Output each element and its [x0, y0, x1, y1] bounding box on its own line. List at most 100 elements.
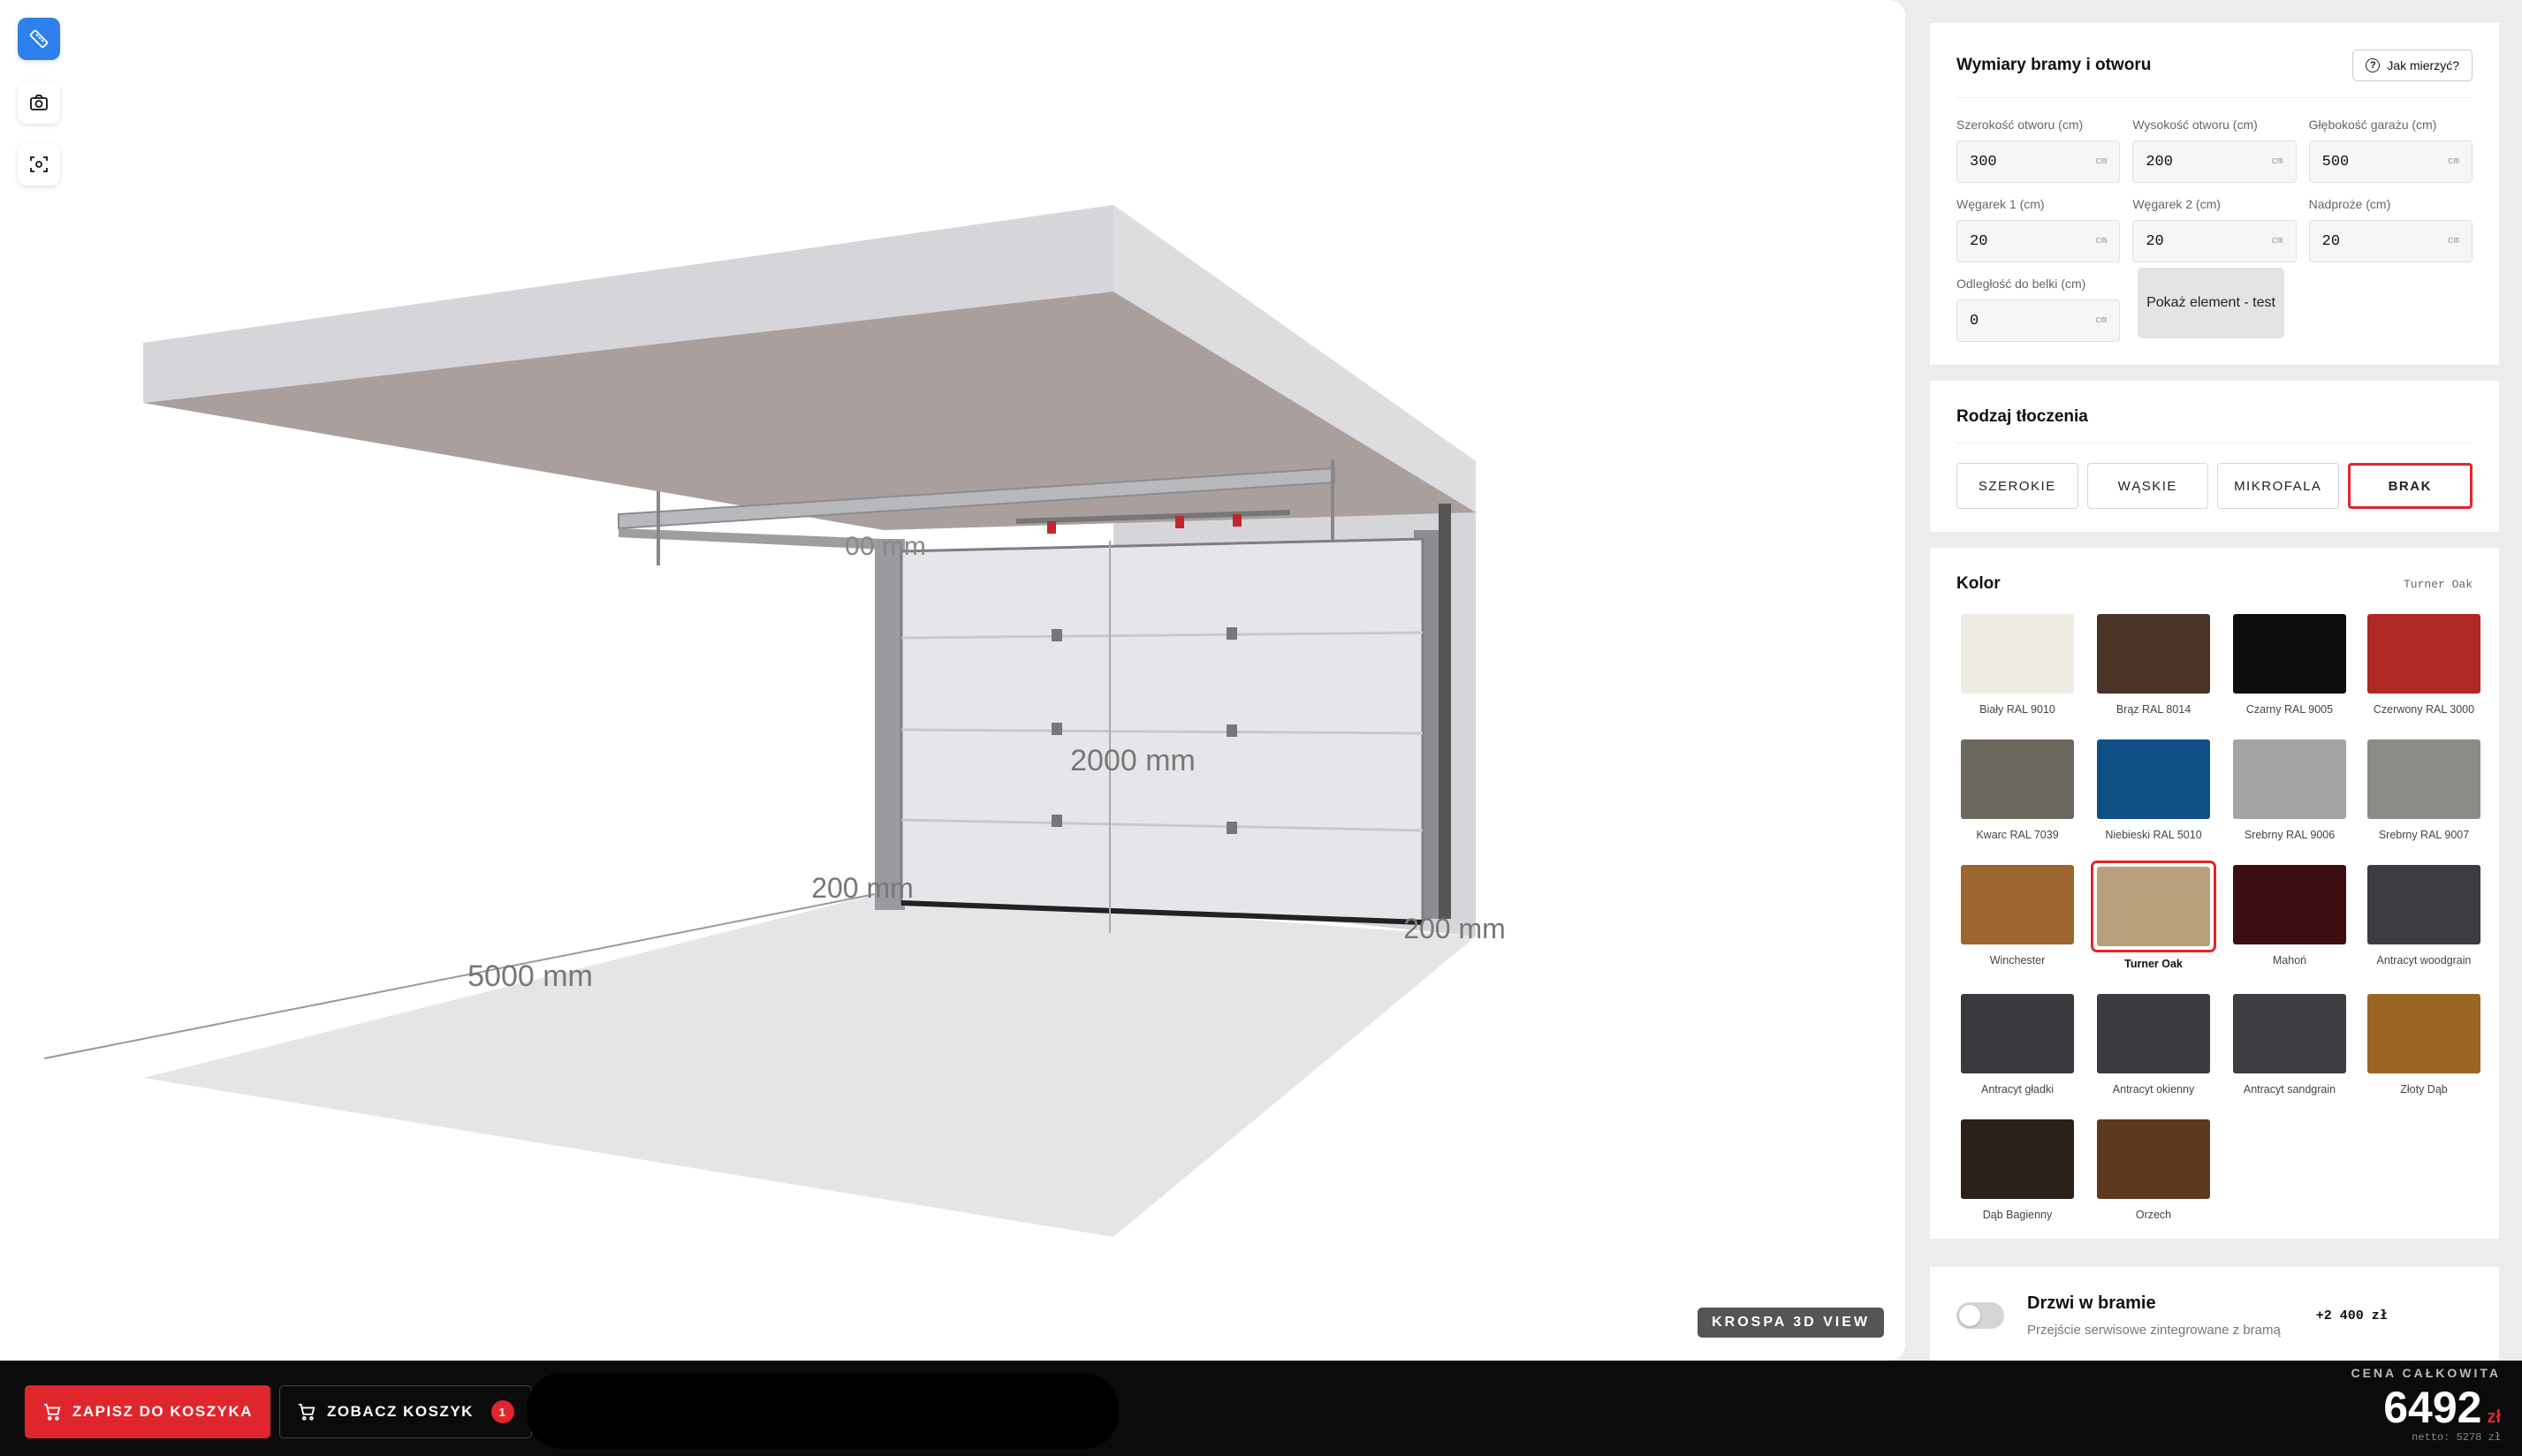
wicket-door-toggle[interactable] — [1956, 1302, 2004, 1329]
jamb-1-input[interactable]: 20 cm — [1956, 220, 2121, 262]
swatch-frame — [2093, 990, 2214, 1078]
color-swatch[interactable]: Winchester — [1956, 861, 2078, 970]
hinge — [1227, 822, 1237, 834]
field-label: Odległość do belki (cm) — [1956, 277, 2086, 291]
height-dimension-label: 2000 mm — [1070, 744, 1196, 777]
swatch-chip — [2097, 1119, 2210, 1199]
opening-width-field: Szerokość otworu (cm) 300 cm — [1956, 118, 2121, 183]
swatch-label: Kwarc RAL 7039 — [1976, 829, 2059, 841]
dimension-fields: Szerokość otworu (cm) 300 cm Wysokość otw… — [1956, 118, 2473, 342]
swatch-label: Czarny RAL 9005 — [2245, 703, 2334, 716]
color-swatch[interactable]: Złoty Dąb — [2363, 990, 2485, 1096]
swatch-chip — [2367, 614, 2480, 694]
color-header: Kolor Turner Oak — [1956, 574, 2473, 603]
field-unit: cm — [2271, 156, 2283, 167]
swatch-label: Srebrny RAL 9006 — [2244, 829, 2336, 841]
embossing-options: SZEROKIE WĄSKIE MIKROFALA BRAK — [1956, 463, 2473, 509]
color-swatch[interactable]: Mahoń — [2229, 861, 2351, 970]
view-cart-label: ZOBACZ KOSZYK — [327, 1403, 474, 1420]
swatch-chip — [2367, 739, 2480, 819]
hinge — [1227, 724, 1237, 737]
swatch-chip — [2097, 614, 2210, 694]
color-swatch[interactable]: Srebrny RAL 9007 — [2363, 735, 2485, 841]
color-swatch[interactable]: Czerwony RAL 3000 — [2363, 610, 2485, 716]
color-swatch[interactable]: Orzech — [2091, 1115, 2216, 1221]
spring — [1175, 516, 1184, 528]
color-swatch[interactable]: Biały RAL 9010 — [1956, 610, 2078, 716]
how-to-measure-label: Jak mierzyć? — [2387, 58, 2459, 72]
swatch-frame — [2093, 735, 2214, 823]
swatch-chip — [1961, 865, 2074, 944]
jamb-2-field: Węgarek 2 (cm) 20 cm — [2132, 197, 2297, 262]
color-swatch[interactable]: Antracyt woodgrain — [2363, 861, 2485, 970]
swatch-label: Orzech — [2135, 1209, 2172, 1221]
color-swatch[interactable]: Kwarc RAL 7039 — [1956, 735, 2078, 841]
3d-viewport[interactable]: 2000 mm 200 mm 200 mm 5000 mm 00 mm KROS… — [0, 0, 1905, 1361]
notification-pill — [527, 1373, 1119, 1449]
embossing-card: Rodzaj tłoczenia SZEROKIE WĄSKIE MIKROFA… — [1930, 381, 2499, 532]
right-side-dimension-label: 200 mm — [1403, 913, 1506, 944]
price-amount: 6492 — [2383, 1383, 2482, 1432]
garage-depth-input[interactable]: 500 cm — [2308, 140, 2473, 183]
field-unit: cm — [2447, 156, 2459, 167]
swatch-frame — [2093, 1115, 2214, 1203]
hinge — [1052, 815, 1062, 827]
swatch-chip — [2097, 867, 2210, 946]
cart-icon — [298, 1403, 315, 1421]
color-swatch[interactable]: Dąb Bagienny — [1956, 1115, 2078, 1221]
show-element-test-button[interactable]: Pokaż element - test — [2138, 268, 2284, 338]
swatch-frame — [1956, 735, 2078, 823]
swatch-frame — [1956, 1115, 2078, 1203]
swatch-label: Złoty Dąb — [2400, 1083, 2448, 1096]
garage-scene[interactable]: 2000 mm 200 mm 200 mm 5000 mm 00 mm — [0, 0, 1905, 1361]
color-swatch[interactable]: Czarny RAL 9005 — [2229, 610, 2351, 716]
field-value: 20 — [1970, 232, 1988, 250]
swatch-chip — [2233, 739, 2346, 819]
measure-tool-button[interactable] — [18, 18, 60, 60]
embossing-option-wide[interactable]: SZEROKIE — [1956, 463, 2078, 509]
color-swatch[interactable]: Antracyt sandgrain — [2229, 990, 2351, 1096]
opening-height-input[interactable]: 200 cm — [2132, 140, 2297, 183]
embossing-option-none[interactable]: BRAK — [2347, 463, 2473, 509]
screenshot-button[interactable] — [18, 81, 60, 124]
total-price: CENA CAŁKOWITA 6492 zł netto: 5278 zł — [2351, 1366, 2501, 1444]
beam-distance-input[interactable]: 0 cm — [1956, 300, 2121, 342]
how-to-measure-button[interactable]: ? Jak mierzyć? — [2352, 49, 2473, 81]
dimensions-header: Wymiary bramy i otworu ? Jak mierzyć? — [1956, 49, 2473, 98]
toggle-knob — [1959, 1305, 1980, 1326]
color-swatch[interactable]: Antracyt gładki — [1956, 990, 2078, 1096]
field-label: Węgarek 2 (cm) — [2132, 197, 2221, 211]
swatch-label: Turner Oak — [2124, 958, 2183, 970]
view-cart-button[interactable]: ZOBACZ KOSZYK 1 — [279, 1385, 532, 1438]
save-to-cart-label: ZAPISZ DO KOSZYKA — [72, 1403, 253, 1420]
color-swatch[interactable]: Srebrny RAL 9006 — [2229, 735, 2351, 841]
swatch-chip — [1961, 994, 2074, 1073]
field-unit: cm — [2095, 236, 2108, 246]
price-currency: zł — [2487, 1407, 2501, 1427]
color-swatch[interactable]: Turner Oak — [2091, 861, 2216, 970]
opening-width-input[interactable]: 300 cm — [1956, 140, 2121, 183]
swatch-frame — [2091, 861, 2216, 952]
embossing-option-microwave[interactable]: MIKROFALA — [2217, 463, 2339, 509]
color-swatch[interactable]: Niebieski RAL 5010 — [2091, 735, 2216, 841]
swatch-frame — [2363, 861, 2485, 949]
section-divider — [1930, 532, 2499, 548]
field-value: 200 — [2146, 153, 2173, 171]
lintel-input[interactable]: 20 cm — [2308, 220, 2473, 262]
color-swatch[interactable]: Brąz RAL 8014 — [2091, 610, 2216, 716]
swatch-frame — [2229, 990, 2351, 1078]
reset-view-button[interactable] — [18, 143, 60, 186]
embossing-option-narrow[interactable]: WĄSKIE — [2086, 463, 2208, 509]
depth-dimension-label: 5000 mm — [467, 959, 593, 993]
swatch-label: Mahoń — [2272, 954, 2307, 967]
jamb-2-input[interactable]: 20 cm — [2132, 220, 2297, 262]
field-label: Głębokość garażu (cm) — [2308, 118, 2437, 132]
color-swatch[interactable]: Antracyt okienny — [2091, 990, 2216, 1096]
color-card: Kolor Turner Oak Biały RAL 9010 Brąz RAL … — [1930, 548, 2499, 1239]
field-value: 20 — [2321, 232, 2341, 250]
wicket-door-subtitle: Przejście serwisowe zintegrowane z bramą — [2027, 1323, 2281, 1338]
selected-color-name: Turner Oak — [2403, 577, 2473, 591]
total-price-value: 6492 zł — [2351, 1382, 2501, 1433]
save-to-cart-button[interactable]: ZAPISZ DO KOSZYKA — [25, 1385, 270, 1438]
field-label: Wysokość otworu (cm) — [2132, 118, 2258, 132]
